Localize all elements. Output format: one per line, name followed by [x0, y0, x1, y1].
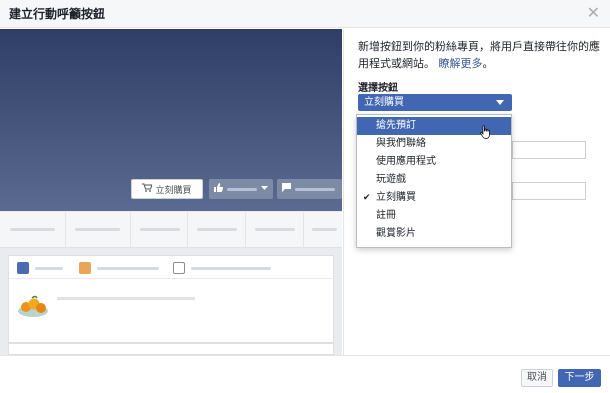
tool-label-placeholder [191, 267, 271, 270]
cancel-button[interactable]: 取消 [521, 369, 553, 387]
dropdown-option[interactable]: 觀賞影片 [357, 225, 511, 243]
tab-placeholder [197, 228, 237, 231]
option-label: 與我們聯絡 [376, 138, 426, 149]
tab-placeholder [10, 228, 55, 231]
next-button[interactable]: 下一步 [558, 369, 601, 387]
page-tabs-preview [0, 212, 342, 248]
create-cta-dialog: 建立行動呼籲按鈕 ✕ 立刻購買 新增按鈕到你的粉絲專頁，將用戶直接帶往你的應用程… [0, 0, 610, 393]
chevron-down-icon [261, 184, 268, 194]
like-preview-button [209, 179, 273, 199]
photo-icon [79, 262, 91, 274]
option-label: 搶先預訂 [376, 120, 416, 131]
learn-more-link[interactable]: 瞭解更多 [439, 57, 483, 70]
dropdown-option[interactable]: 使用應用程式 [357, 153, 511, 171]
calendar-icon [173, 262, 185, 274]
dialog-title: 建立行動呼籲按鈕 [9, 7, 106, 21]
option-label: 玩遊戲 [376, 174, 406, 185]
option-label: 註冊 [376, 210, 396, 221]
cta-preview-label: 立刻購買 [155, 185, 192, 196]
cart-icon [142, 183, 154, 195]
close-icon[interactable]: ✕ [587, 4, 600, 22]
choose-button-label: 選擇按鈕 [358, 83, 398, 94]
dropdown-option[interactable]: 玩遊戲 [357, 171, 511, 189]
message-label-placeholder [295, 187, 335, 191]
checkmark-icon: ✔ [363, 193, 371, 203]
tab-placeholder [75, 228, 120, 231]
option-label: 立刻購買 [376, 192, 416, 203]
dropdown-option[interactable]: 註冊 [357, 207, 511, 225]
hand-pointer-icon [480, 124, 492, 139]
post-text-placeholder [57, 297, 195, 300]
next-card-preview [8, 343, 334, 355]
tool-label-placeholder [35, 267, 63, 270]
cta-description: 新增按鈕到你的粉絲專頁，將用戶直接帶往你的應用程式或網站。 瞭解更多。 [358, 38, 606, 72]
like-label-placeholder [227, 187, 257, 191]
option-label: 使用應用程式 [376, 156, 436, 167]
tool-label-placeholder [97, 267, 159, 270]
fruit-thumbnail [17, 289, 49, 319]
tab-placeholder [312, 228, 337, 231]
select-value: 立刻購買 [364, 97, 404, 108]
message-preview-button [277, 179, 342, 199]
pencil-icon [17, 262, 29, 274]
tab-divider [303, 212, 304, 248]
dialog-footer: 取消 下一步 [0, 355, 610, 393]
tab-divider [187, 212, 188, 248]
option-label: 觀賞影片 [376, 228, 416, 239]
message-icon [282, 183, 291, 195]
tab-divider [245, 212, 246, 248]
button-type-select[interactable]: 立刻購買 [358, 94, 512, 111]
tab-divider [130, 212, 131, 248]
page-preview: 立刻購買 [0, 29, 342, 355]
mobile-field[interactable] [512, 182, 586, 200]
learn-more-suffix: 。 [482, 57, 494, 70]
thumbs-up-icon [214, 183, 224, 195]
post-composer-preview [8, 255, 335, 343]
dialog-titlebar: 建立行動呼籲按鈕 ✕ [0, 0, 610, 28]
cta-preview-button: 立刻購買 [131, 179, 203, 199]
tab-divider [65, 212, 66, 248]
tab-placeholder [140, 228, 180, 231]
composer-divider [9, 278, 335, 279]
tab-placeholder [255, 228, 295, 231]
dropdown-option-selected[interactable]: ✔ 立刻購買 [357, 189, 511, 207]
caret-down-icon [496, 100, 504, 105]
website-field[interactable] [512, 141, 586, 159]
